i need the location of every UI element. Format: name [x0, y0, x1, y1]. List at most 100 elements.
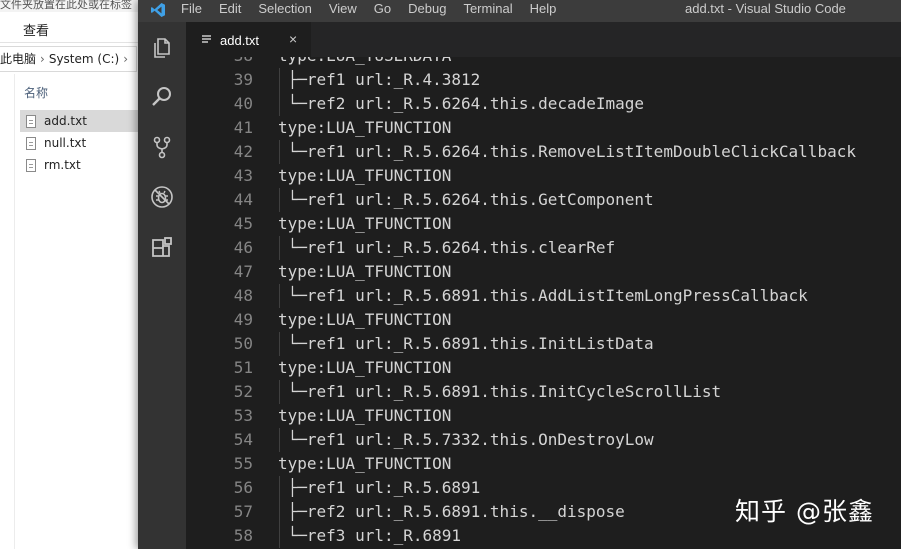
line-number: 51	[233, 358, 253, 377]
code-line[interactable]: 46 └─ref1 url:_R.5.6264.this.clearRef	[186, 236, 901, 260]
code-line[interactable]: 38 type:LUA_TUSERDATA	[186, 57, 901, 68]
menu-go[interactable]: Go	[374, 0, 391, 22]
file-item-add-txt[interactable]: add.txt	[20, 110, 140, 132]
vscode-logo-icon[interactable]	[150, 2, 166, 18]
line-number: 57	[233, 502, 253, 521]
menu-file[interactable]: File	[181, 0, 202, 22]
editor-lines: 38 type:LUA_TUSERDATA39 ├─ref1 url:_R.4.3…	[186, 57, 901, 548]
code-line[interactable]: 42 └─ref1 url:_R.5.6264.this.RemoveListI…	[186, 140, 901, 164]
code-line[interactable]: 43 type:LUA_TFUNCTION	[186, 164, 901, 188]
line-number: 42	[233, 142, 253, 161]
address-separator: ›	[40, 52, 45, 66]
line-number: 54	[233, 430, 253, 449]
explorer-title-strip: 文件夹放置在此处或在标签	[0, 0, 160, 12]
file-item-null-txt[interactable]: null.txt	[20, 132, 140, 154]
address-bar[interactable]: 此电脑 › System (C:) ›	[0, 46, 137, 72]
menu-debug[interactable]: Debug	[408, 0, 446, 22]
code-line[interactable]: 41 type:LUA_TFUNCTION	[186, 116, 901, 140]
line-text: type:LUA_TFUNCTION	[278, 310, 452, 329]
line-number: 49	[233, 310, 253, 329]
line-number: 41	[233, 118, 253, 137]
line-number: 52	[233, 382, 253, 401]
code-line[interactable]: 53 type:LUA_TFUNCTION	[186, 404, 901, 428]
line-text: └─ref1 url:_R.5.6264.this.GetComponent	[278, 190, 654, 209]
code-editor[interactable]: 38 type:LUA_TUSERDATA39 ├─ref1 url:_R.4.3…	[186, 57, 901, 549]
line-number: 40	[233, 94, 253, 113]
navigation-pane[interactable]	[0, 74, 15, 549]
line-text: type:LUA_TFUNCTION	[278, 118, 452, 137]
tab-label: add.txt	[220, 33, 260, 48]
text-file-icon	[202, 35, 211, 43]
code-line[interactable]: 49 type:LUA_TFUNCTION	[186, 308, 901, 332]
line-text: └─ref1 url:_R.5.6264.this.clearRef	[278, 238, 616, 257]
line-text: ├─ref1 url:_R.4.3812	[278, 70, 481, 89]
code-line[interactable]: 51 type:LUA_TFUNCTION	[186, 356, 901, 380]
menu-view[interactable]: View	[329, 0, 357, 22]
code-line[interactable]: 47 type:LUA_TFUNCTION	[186, 260, 901, 284]
code-line[interactable]: 50 └─ref1 url:_R.5.6891.this.InitListDat…	[186, 332, 901, 356]
search-icon[interactable]	[150, 85, 174, 109]
activity-bar	[138, 22, 186, 549]
line-number: 38	[186, 57, 253, 68]
code-line[interactable]: 39 ├─ref1 url:_R.4.3812	[186, 68, 901, 92]
line-text: type:LUA_TFUNCTION	[278, 166, 452, 185]
code-line[interactable]: 55 type:LUA_TFUNCTION	[186, 452, 901, 476]
extensions-icon[interactable]	[150, 235, 174, 259]
line-text: ├─ref1 url:_R.5.6891	[278, 478, 481, 497]
line-text: type:LUA_TFUNCTION	[278, 214, 452, 233]
file-explorer-window: 文件夹放置在此处或在标签 查看 此电脑 › System (C:) › 名称 add.…	[0, 0, 160, 549]
files-icon[interactable]	[150, 36, 174, 60]
code-line[interactable]: 48 └─ref1 url:_R.5.6891.this.AddListItem…	[186, 284, 901, 308]
line-number: 47	[233, 262, 253, 281]
line-number: 53	[233, 406, 253, 425]
debug-icon[interactable]	[150, 185, 174, 209]
text-file-icon	[26, 136, 36, 150]
menu-edit[interactable]: Edit	[219, 0, 241, 22]
tab-bar: add.txt ×	[186, 22, 901, 57]
line-text: type:LUA_TFUNCTION	[278, 262, 452, 281]
line-number: 58	[233, 526, 253, 545]
line-number: 44	[233, 190, 253, 209]
line-number: 50	[233, 334, 253, 353]
code-line[interactable]: 52 └─ref1 url:_R.5.6891.this.InitCycleSc…	[186, 380, 901, 404]
address-separator-trailing[interactable]: ›	[123, 52, 128, 66]
line-number: 43	[233, 166, 253, 185]
source-control-icon[interactable]	[150, 135, 174, 159]
line-text: └─ref1 url:_R.5.6891.this.InitListData	[278, 334, 654, 353]
title-bar: File Edit Selection View Go Debug Termin…	[138, 0, 901, 22]
code-line[interactable]: 45 type:LUA_TFUNCTION	[186, 212, 901, 236]
tab-close-button[interactable]: ×	[289, 31, 297, 47]
menu-help[interactable]: Help	[530, 0, 557, 22]
code-line[interactable]: 54 └─ref1 url:_R.5.7332.this.OnDestroyLo…	[186, 428, 901, 452]
file-name: null.txt	[44, 136, 87, 150]
code-line[interactable]: 40 └─ref2 url:_R.5.6264.this.decadeImage	[186, 92, 901, 116]
text-file-icon	[26, 158, 36, 172]
zhihu-watermark: 知乎 @张鑫	[735, 497, 874, 526]
column-header-name[interactable]: 名称	[24, 84, 48, 101]
line-number: 56	[233, 478, 253, 497]
line-text: └─ref3 url:_R.6891	[278, 526, 462, 545]
ribbon-tab-view[interactable]: 查看	[23, 20, 49, 39]
code-line[interactable]: 44 └─ref1 url:_R.5.6264.this.GetComponen…	[186, 188, 901, 212]
menu-terminal[interactable]: Terminal	[463, 0, 512, 22]
line-text: └─ref1 url:_R.5.6891.this.InitCycleScrol…	[278, 382, 722, 401]
tab-add-txt[interactable]: add.txt ×	[186, 22, 311, 57]
address-part-this-pc[interactable]: 此电脑	[0, 52, 36, 66]
file-name: rm.txt	[44, 158, 81, 172]
file-name: add.txt	[44, 114, 87, 128]
line-text: type:LUA_TUSERDATA	[278, 57, 451, 68]
text-file-icon	[26, 114, 36, 128]
menu-selection[interactable]: Selection	[258, 0, 311, 22]
address-part-drive[interactable]: System (C:)	[49, 52, 119, 66]
window-title: add.txt - Visual Studio Code	[685, 1, 846, 16]
line-text: type:LUA_TFUNCTION	[278, 454, 452, 473]
file-list: add.txt null.txt rm.txt	[20, 110, 140, 176]
line-number: 45	[233, 214, 253, 233]
line-text: └─ref1 url:_R.5.6264.this.RemoveListItem…	[278, 142, 856, 161]
line-number: 46	[233, 238, 253, 257]
line-text: └─ref1 url:_R.5.6891.this.AddListItemLon…	[278, 286, 808, 305]
file-item-rm-txt[interactable]: rm.txt	[20, 154, 140, 176]
line-number: 55	[233, 454, 253, 473]
menu-bar: File Edit Selection View Go Debug Termin…	[181, 0, 573, 22]
line-number: 48	[233, 286, 253, 305]
